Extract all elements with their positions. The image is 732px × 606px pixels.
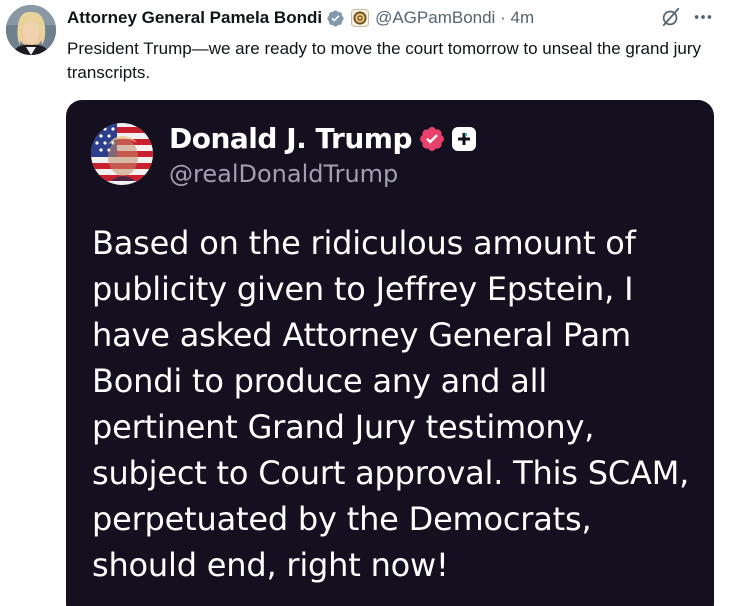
post-text: President Trump—we are ready to move the… bbox=[67, 39, 702, 82]
embedded-image[interactable]: Donald J. Trump @realDonaldTrump Based o… bbox=[66, 100, 714, 606]
verified-gray-icon bbox=[326, 9, 345, 28]
avatar-photo bbox=[6, 5, 56, 55]
header-actions bbox=[660, 6, 714, 33]
verified-pink-icon bbox=[418, 125, 446, 153]
trump-handle: @realDonaldTrump bbox=[169, 160, 399, 188]
truth-text: Based on the ridiculous amount of public… bbox=[92, 224, 690, 584]
trump-avatar bbox=[91, 123, 153, 185]
handle-time: @AGPamBondi · 4m bbox=[375, 8, 534, 28]
grok-icon[interactable] bbox=[660, 6, 682, 33]
more-icon[interactable] bbox=[692, 6, 714, 33]
trump-name-row: Donald J. Trump bbox=[169, 122, 476, 155]
post-header: Attorney General Pamela Bondi @AGPamBond… bbox=[67, 6, 534, 30]
author-avatar[interactable] bbox=[6, 5, 56, 55]
government-seal-icon[interactable] bbox=[351, 9, 370, 27]
separator-dot: · bbox=[500, 8, 506, 27]
plus-badge-icon bbox=[451, 126, 476, 151]
author-handle[interactable]: @AGPamBondi bbox=[375, 8, 495, 27]
post-time[interactable]: 4m bbox=[510, 8, 534, 27]
author-name[interactable]: Attorney General Pamela Bondi bbox=[67, 8, 322, 28]
trump-name: Donald J. Trump bbox=[169, 122, 412, 155]
flag-avatar bbox=[91, 123, 153, 185]
